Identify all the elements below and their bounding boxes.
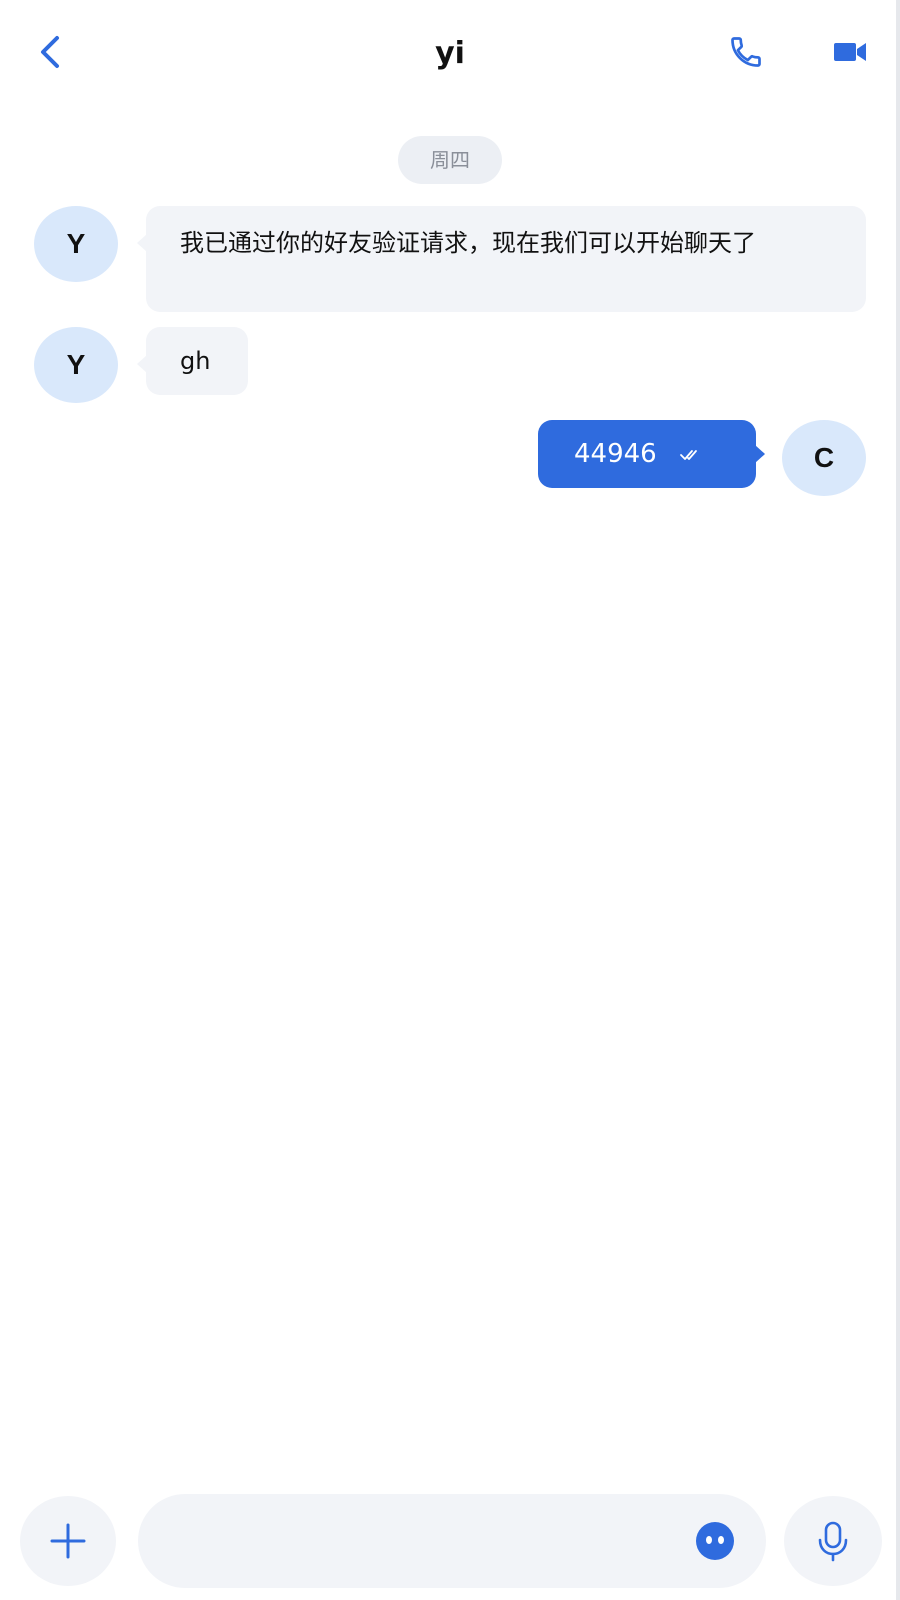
- video-call-button[interactable]: [826, 28, 874, 76]
- outgoing-message[interactable]: 44946: [538, 420, 765, 488]
- emoji-icon: [696, 1522, 734, 1560]
- emoji-button[interactable]: [692, 1518, 738, 1564]
- phone-icon: [731, 37, 761, 67]
- avatar[interactable]: Y: [34, 206, 118, 282]
- double-check-icon: [679, 446, 705, 462]
- date-separator: 周四: [398, 136, 502, 184]
- message-input[interactable]: [168, 1514, 672, 1570]
- avatar[interactable]: Y: [34, 327, 118, 403]
- add-attachment-button[interactable]: [20, 1496, 116, 1586]
- message-text: 44946: [574, 439, 657, 469]
- chat-header: yi: [0, 0, 900, 105]
- chevron-left-icon: [41, 36, 59, 68]
- incoming-message[interactable]: 我已通过你的好友验证请求，现在我们可以开始聊天了: [137, 206, 866, 312]
- plus-icon: [50, 1523, 86, 1559]
- chat-title: yi: [435, 36, 465, 71]
- chat-screen: yi 周四 Y 我已通过你的好友验证请求，现在我们可以开始聊天了 Y gh 44…: [0, 0, 900, 1600]
- scroll-edge: [896, 0, 900, 1600]
- voice-input-button[interactable]: [784, 1496, 882, 1586]
- avatar[interactable]: C: [782, 420, 866, 496]
- video-camera-icon: [834, 43, 866, 61]
- message-text: 我已通过你的好友验证请求，现在我们可以开始聊天了: [180, 229, 756, 257]
- voice-call-button[interactable]: [722, 28, 770, 76]
- message-text: gh: [180, 347, 211, 375]
- incoming-message[interactable]: gh: [137, 327, 248, 395]
- message-input-box[interactable]: [138, 1494, 766, 1588]
- back-button[interactable]: [28, 28, 72, 76]
- microphone-icon: [818, 1521, 848, 1562]
